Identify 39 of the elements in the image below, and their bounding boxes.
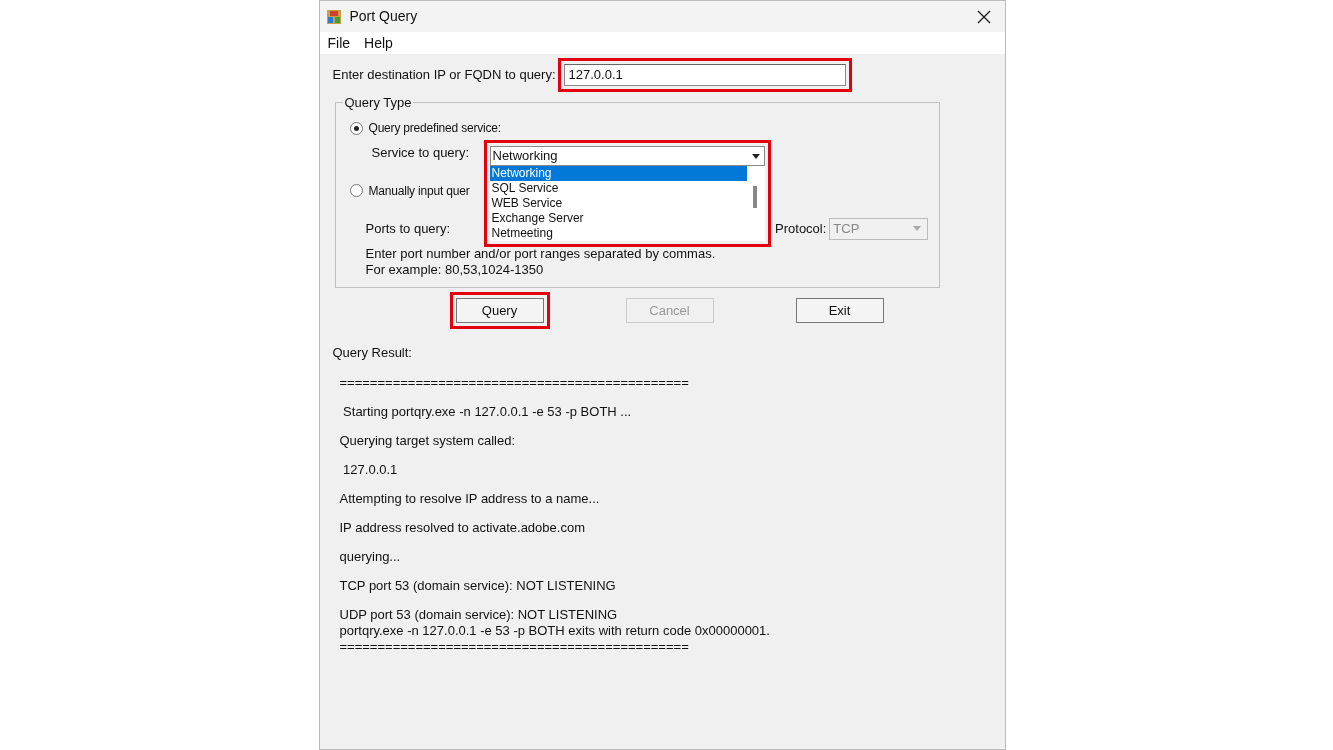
radio-button[interactable] xyxy=(349,184,363,197)
radio-label: Manually input quer xyxy=(368,182,470,200)
result-title: Query Result: xyxy=(331,344,413,363)
hint-text: Enter port number and/or port ranges separated by commas. xyxy=(365,245,717,262)
close-icon[interactable] xyxy=(976,9,991,24)
result-line: 127.0.0.1 xyxy=(342,461,399,478)
result-line: Querying target system called: xyxy=(339,432,517,449)
result-line: ============================================== xyxy=(339,374,690,391)
destination-field[interactable]: 127.0.0.1 xyxy=(563,64,846,86)
caret-icon xyxy=(751,153,760,159)
result-line: Starting portqry.exe -n 127.0.0.1 -e 53 -p BOTH ... xyxy=(342,403,633,420)
scrollbar[interactable] xyxy=(752,186,757,208)
destination-label: Enter destination IP or FQDN to query: xyxy=(332,66,556,85)
hint-text: For example: 80,53,1024-1350 xyxy=(365,261,545,278)
result-line: portqry.exe -n 127.0.0.1 -e 53 -p BOTH exits with return code 0x00000001. xyxy=(339,622,771,639)
result-line: TCP port 53 (domain service): NOT LISTENING xyxy=(339,577,617,594)
result-line: querying... xyxy=(339,548,402,565)
ports-label: Ports to query: xyxy=(365,219,451,238)
dropdown-option[interactable]: Exchange Server xyxy=(489,211,747,226)
menu-item[interactable]: File xyxy=(327,32,351,54)
result-line: IP address resolved to activate.adobe.com xyxy=(339,519,586,536)
protocol-label: Protocol: xyxy=(775,219,827,238)
radio-button[interactable] xyxy=(349,121,363,135)
dropdown-option[interactable]: Networking xyxy=(489,166,747,181)
window-title: Port Query xyxy=(349,7,419,26)
dropdown-option[interactable]: WEB Service xyxy=(489,196,747,211)
dialog-button[interactable]: Exit xyxy=(795,298,884,324)
dropdown-option[interactable]: Netmeeting xyxy=(489,226,747,241)
result-line: UDP port 53 (domain service): NOT LISTENING xyxy=(339,606,619,623)
dropdown-option[interactable]: SQL Service xyxy=(489,181,747,196)
dialog-button[interactable]: Query xyxy=(455,298,544,324)
app-icon xyxy=(325,8,342,25)
service-dropdown[interactable]: Networking xyxy=(489,146,765,166)
radio-label: Query predefined service: xyxy=(368,120,501,137)
result-line: Attempting to resolve IP address to a name... xyxy=(339,490,601,507)
caret-icon xyxy=(913,226,922,231)
service-label: Service to query: xyxy=(371,144,470,162)
menu-item[interactable]: Help xyxy=(364,32,393,54)
result-line: ============================================== xyxy=(339,638,690,655)
